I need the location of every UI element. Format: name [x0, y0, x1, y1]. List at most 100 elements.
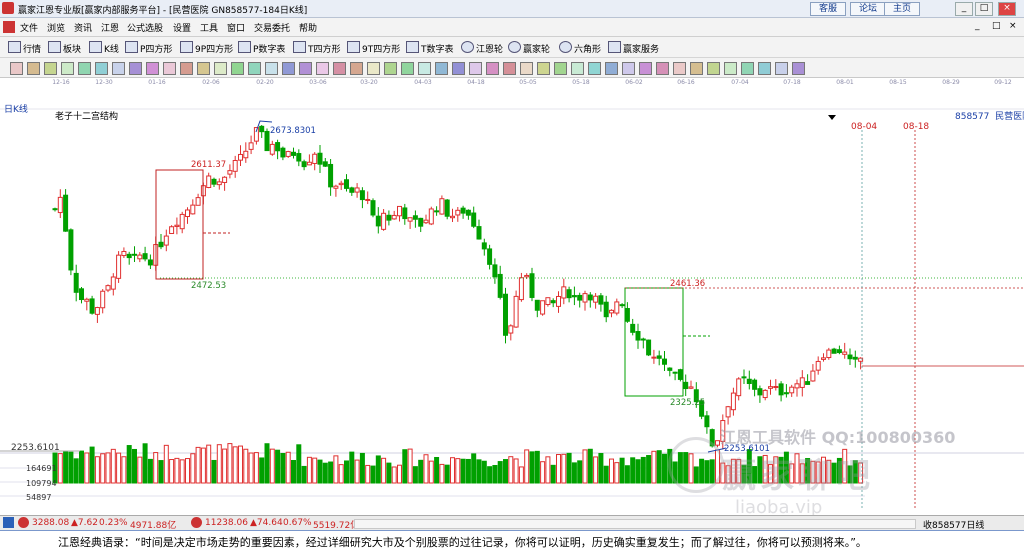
- toolbar-p-square[interactable]: P四方形: [125, 41, 172, 55]
- draw-tool-13-icon[interactable]: [214, 62, 227, 75]
- draw-tool-5-icon[interactable]: [78, 62, 91, 75]
- draw-tool-6-icon[interactable]: [95, 62, 108, 75]
- date-axis: 12-16 12-30 01-16 02-06 02-20 03-06 03-20 04-03…: [0, 78, 1024, 90]
- candle-up: [725, 406, 731, 418]
- toolbar-winner-service[interactable]: 赢家服务: [608, 41, 659, 55]
- draw-tool-32-icon[interactable]: [537, 62, 550, 75]
- draw-tool-26-icon[interactable]: [435, 62, 448, 75]
- toolbar-t-table[interactable]: T数字表: [406, 41, 454, 55]
- draw-tool-47-icon[interactable]: [792, 62, 805, 75]
- menu-browse[interactable]: 浏览: [47, 21, 65, 34]
- toolbar-gann-wheel[interactable]: 江恩轮: [461, 41, 503, 55]
- draw-tool-38-icon[interactable]: [639, 62, 652, 75]
- doc-restore-button[interactable]: □: [992, 21, 1001, 31]
- candle-up: [84, 298, 90, 302]
- draw-tool-21-icon[interactable]: [350, 62, 363, 75]
- draw-tool-30-icon[interactable]: [503, 62, 516, 75]
- draw-tool-18-icon[interactable]: [299, 62, 312, 75]
- draw-tool-46-icon[interactable]: [775, 62, 788, 75]
- date-tick: 02-06: [202, 79, 220, 86]
- draw-tool-33-icon[interactable]: [554, 62, 567, 75]
- toolbar-winner-wheel[interactable]: 赢家轮: [508, 41, 550, 55]
- candle-down: [476, 226, 482, 240]
- close-button[interactable]: ×: [998, 2, 1016, 16]
- draw-tool-42-icon[interactable]: [707, 62, 720, 75]
- toolbar-9t-square[interactable]: 9T四方形: [347, 41, 400, 55]
- draw-tool-37-icon[interactable]: [622, 62, 635, 75]
- index1-change: ▲7.62: [71, 518, 98, 528]
- draw-tool-29-icon[interactable]: [486, 62, 499, 75]
- draw-tool-7-icon[interactable]: [112, 62, 125, 75]
- minimize-button[interactable]: _: [955, 2, 973, 16]
- draw-tool-35-icon[interactable]: [588, 62, 601, 75]
- volume-bar: [73, 458, 79, 484]
- draw-tool-14-icon[interactable]: [231, 62, 244, 75]
- draw-tool-3-icon[interactable]: [44, 62, 57, 75]
- candle-up: [333, 185, 339, 189]
- toolbar-hexagon[interactable]: 六角形: [559, 41, 601, 55]
- draw-tool-19-icon[interactable]: [316, 62, 329, 75]
- wheel-icon: [461, 41, 474, 53]
- service-button[interactable]: 客服: [810, 2, 846, 16]
- home-button[interactable]: 主页: [884, 2, 920, 16]
- draw-tool-1-icon[interactable]: [10, 62, 23, 75]
- index1-value[interactable]: 3288.08: [32, 518, 69, 528]
- forum-button[interactable]: 论坛: [850, 2, 886, 16]
- volume-base-label: 2253.6101: [11, 443, 60, 453]
- menu-formula[interactable]: 公式选股: [127, 21, 163, 34]
- doc-close-button[interactable]: ×: [1009, 21, 1017, 31]
- candle-up: [238, 153, 243, 161]
- draw-tool-15-icon[interactable]: [248, 62, 261, 75]
- draw-tool-10-icon[interactable]: [163, 62, 176, 75]
- status-menu-icon[interactable]: [3, 517, 14, 528]
- draw-tool-4-icon[interactable]: [61, 62, 74, 75]
- draw-tool-22-icon[interactable]: [367, 62, 380, 75]
- draw-tool-44-icon[interactable]: [741, 62, 754, 75]
- volume-bar: [200, 447, 206, 484]
- maximize-button[interactable]: □: [975, 2, 993, 16]
- menu-gann[interactable]: 江恩: [101, 21, 119, 34]
- draw-tool-20-icon[interactable]: [333, 62, 346, 75]
- menu-settings[interactable]: 设置: [173, 21, 191, 34]
- candle-up: [715, 440, 720, 446]
- volume-bar: [492, 464, 498, 484]
- draw-tool-34-icon[interactable]: [571, 62, 584, 75]
- draw-tool-36-icon[interactable]: [605, 62, 618, 75]
- doc-minimize-button[interactable]: _: [975, 21, 980, 31]
- draw-tool-2-icon[interactable]: [27, 62, 40, 75]
- toolbar-p-table[interactable]: P数字表: [238, 41, 285, 55]
- draw-tool-25-icon[interactable]: [418, 62, 431, 75]
- draw-tool-28-icon[interactable]: [469, 62, 482, 75]
- draw-tool-16-icon[interactable]: [265, 62, 278, 75]
- draw-tool-45-icon[interactable]: [758, 62, 771, 75]
- toolbar-9p-square[interactable]: 9P四方形: [180, 41, 233, 55]
- draw-tool-43-icon[interactable]: [724, 62, 737, 75]
- menu-info[interactable]: 资讯: [74, 21, 92, 34]
- volume-bar: [216, 444, 222, 484]
- draw-tool-27-icon[interactable]: [452, 62, 465, 75]
- draw-tool-39-icon[interactable]: [656, 62, 669, 75]
- toolbar-t-square[interactable]: T四方形: [293, 41, 341, 55]
- toolbar-sectors[interactable]: 板块: [48, 41, 81, 55]
- candle-up: [163, 235, 169, 246]
- menu-window[interactable]: 窗口: [227, 21, 245, 34]
- sector-icon: [48, 41, 61, 53]
- draw-tool-17-icon[interactable]: [282, 62, 295, 75]
- menu-help[interactable]: 帮助: [299, 21, 317, 34]
- draw-tool-9-icon[interactable]: [146, 62, 159, 75]
- draw-tool-23-icon[interactable]: [384, 62, 397, 75]
- draw-tool-8-icon[interactable]: [129, 62, 142, 75]
- index2-value[interactable]: 11238.06: [205, 518, 248, 528]
- draw-tool-31-icon[interactable]: [520, 62, 533, 75]
- menu-tools[interactable]: 工具: [200, 21, 218, 34]
- toolbar-kline[interactable]: K线: [89, 41, 119, 55]
- menu-file[interactable]: 文件: [20, 21, 38, 34]
- draw-tool-12-icon[interactable]: [197, 62, 210, 75]
- horizontal-scrollbar[interactable]: [354, 519, 916, 529]
- toolbar-quotes[interactable]: 行情: [8, 41, 41, 55]
- draw-tool-24-icon[interactable]: [401, 62, 414, 75]
- menu-trade[interactable]: 交易委托: [254, 21, 290, 34]
- draw-tool-11-icon[interactable]: [180, 62, 193, 75]
- draw-tool-40-icon[interactable]: [673, 62, 686, 75]
- draw-tool-41-icon[interactable]: [690, 62, 703, 75]
